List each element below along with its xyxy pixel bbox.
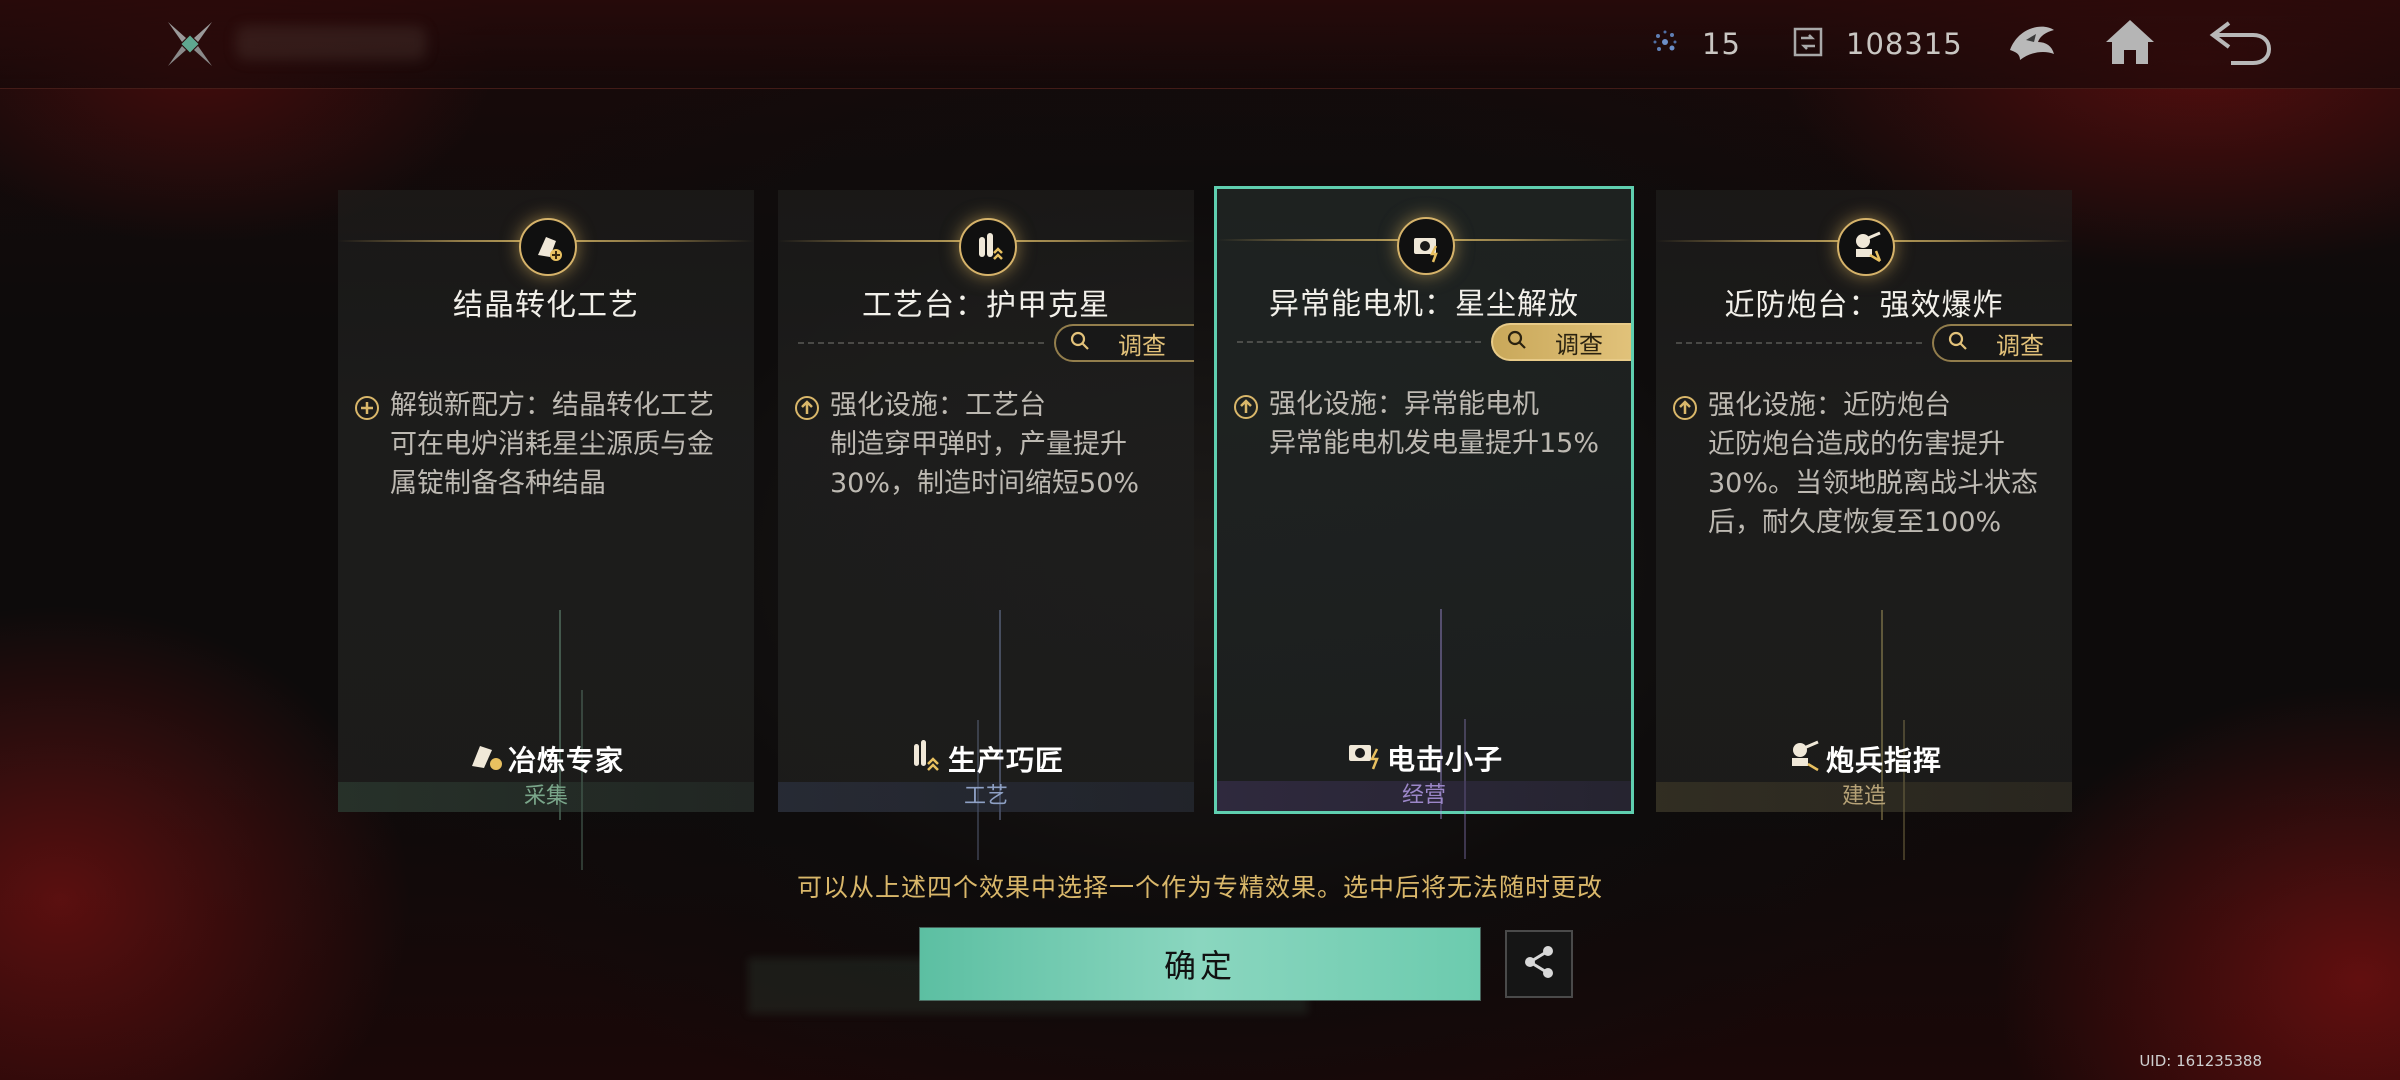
card-description: 强化设施：异常能电机 异常能电机发电量提升15% <box>1233 385 1621 463</box>
search-icon <box>1070 329 1090 357</box>
electric-icon <box>1345 737 1383 778</box>
description-text: 强化设施：工艺台 制造穿甲弹时，产量提升 30%，制造时间缩短50% <box>830 390 1140 499</box>
category-tag: 工艺 <box>778 782 1194 812</box>
selection-notice: 可以从上述四个效果中选择一个作为专精效果。选中后将无法随时更改 <box>796 873 1603 902</box>
category-tag: 建造 <box>1656 782 2072 812</box>
card-description: 强化设施：近防炮台 近防炮台造成的伤害提升 30%。当领地脱离战斗状态 后，耐久… <box>1672 386 2062 542</box>
investigate-button[interactable]: 调查 <box>1491 323 1631 361</box>
top-bar: 15 108315 <box>0 0 2400 89</box>
home-icon <box>2103 17 2157 71</box>
emblem-icon <box>2006 20 2058 68</box>
description-text: 解锁新配方：结晶转化工艺 可在电炉消耗星尘源质与金 属锭制备各种结晶 <box>390 390 714 499</box>
smelter-icon <box>468 738 504 779</box>
resource-stardust: 15 <box>1650 22 1741 66</box>
stardust-count: 15 <box>1702 27 1741 61</box>
specialization-card-3[interactable]: 异常能电机：星尘解放 调查 强化设施：异常能电机 异常能电机发电量提升15% 电… <box>1214 186 1634 859</box>
investigate-button[interactable]: 调查 <box>1932 324 2072 362</box>
card-title: 近防炮台：强效爆炸 <box>1724 288 2004 323</box>
upgrade-arrow-icon <box>1233 392 1259 463</box>
search-icon <box>1507 328 1527 356</box>
role-name: 冶炼专家 <box>507 743 624 777</box>
investigate-label: 调查 <box>1996 331 2044 360</box>
role-label: 电击小子 <box>1217 737 1631 778</box>
resource-exchange: 108315 <box>1792 22 1963 66</box>
role-label: 炮兵指挥 <box>1656 738 2072 779</box>
search-icon <box>1948 329 1968 357</box>
specialization-card-2[interactable]: 工艺台：护甲克星 调查 强化设施：工艺台 制造穿甲弹时，产量提升 30%，制造时… <box>778 190 1194 860</box>
specialization-card-1[interactable]: 结晶转化工艺 解锁新配方：结晶转化工艺 可在电炉消耗星尘源质与金 属锭制备各种结… <box>338 190 754 870</box>
exchange-icon <box>1792 26 1824 62</box>
card-description: 强化设施：工艺台 制造穿甲弹时，产量提升 30%，制造时间缩短50% <box>794 386 1184 503</box>
description-text: 强化设施：异常能电机 异常能电机发电量提升15% <box>1269 389 1600 459</box>
ammo-medal-icon <box>959 218 1017 276</box>
investigate-button[interactable]: 调查 <box>1054 324 1194 362</box>
generator-medal-icon <box>1397 217 1455 275</box>
dashed-divider <box>1237 341 1481 343</box>
role-name: 电击小子 <box>1386 742 1503 776</box>
investigate-label: 调查 <box>1118 331 1166 360</box>
plus-circle-icon <box>354 393 380 503</box>
description-text: 强化设施：近防炮台 近防炮台造成的伤害提升 30%。当领地脱离战斗状态 后，耐久… <box>1708 390 2039 538</box>
recipe-medal-icon <box>519 218 577 276</box>
back-button[interactable] <box>2208 14 2272 74</box>
upgrade-arrow-icon <box>1672 393 1698 542</box>
role-label: 冶炼专家 <box>338 738 754 779</box>
game-screen: 15 108315 结晶转化工艺 解锁新配方：结晶转化工艺 可在电炉消耗星尘源质… <box>0 0 2400 1080</box>
category-tag: 经营 <box>1217 781 1631 811</box>
dashed-divider <box>798 342 1044 344</box>
user-id: UID: 161235388 <box>2139 1052 2262 1070</box>
share-icon <box>1519 942 1559 986</box>
back-icon <box>2207 17 2273 71</box>
role-name: 生产巧匠 <box>947 743 1064 777</box>
upgrade-arrow-icon <box>794 393 820 503</box>
card-description: 解锁新配方：结晶转化工艺 可在电炉消耗星尘源质与金 属锭制备各种结晶 <box>354 386 744 503</box>
home-button[interactable] <box>2098 14 2162 74</box>
dashed-divider <box>1676 342 1922 344</box>
craftsman-icon <box>908 738 944 779</box>
crossed-blades-icon[interactable] <box>162 16 218 72</box>
share-button[interactable] <box>1505 930 1573 998</box>
turret-medal-icon <box>1837 218 1895 276</box>
card-title: 工艺台：护甲克星 <box>862 288 1110 323</box>
confirm-button[interactable]: 确定 <box>920 928 1480 1000</box>
stardust-icon <box>1650 27 1680 61</box>
blurred-player-name <box>236 26 426 60</box>
card-title: 异常能电机：星尘解放 <box>1269 287 1579 322</box>
role-label: 生产巧匠 <box>778 738 1194 779</box>
role-name: 炮兵指挥 <box>1825 743 1942 777</box>
emblem-button[interactable] <box>2000 14 2064 74</box>
investigate-label: 调查 <box>1555 330 1603 359</box>
artillery-icon <box>1786 738 1822 779</box>
card-title: 结晶转化工艺 <box>453 288 639 323</box>
category-tag: 采集 <box>338 782 754 812</box>
specialization-card-4[interactable]: 近防炮台：强效爆炸 调查 强化设施：近防炮台 近防炮台造成的伤害提升 30%。当… <box>1656 190 2072 860</box>
exchange-count: 108315 <box>1846 27 1963 61</box>
